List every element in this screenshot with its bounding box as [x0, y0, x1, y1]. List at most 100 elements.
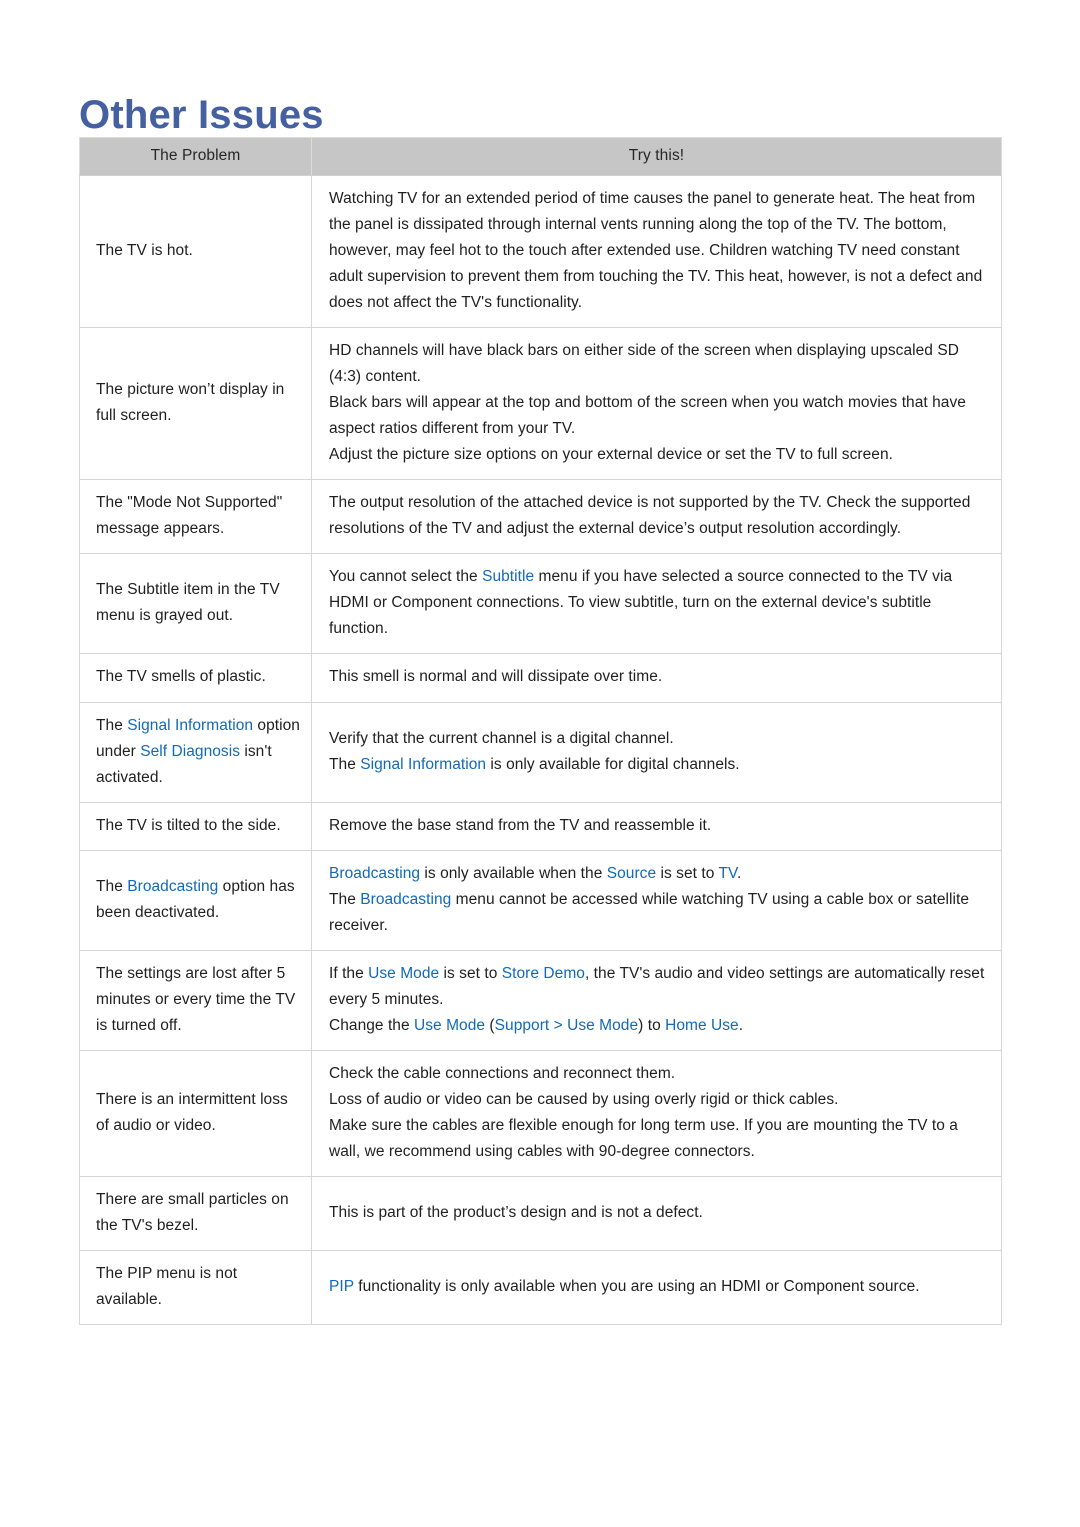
cell-try-this: Verify that the current channel is a dig…: [311, 701, 1002, 803]
text-line: The TV is tilted to the side.: [96, 816, 281, 834]
document-page: Other Issues The Problem Try this! The T…: [0, 0, 1080, 1527]
text-run: .: [738, 1016, 744, 1034]
text-line: The TV smells of plastic.: [96, 668, 266, 686]
cell-try-this: This is part of the product’s design and…: [311, 1175, 1002, 1252]
text-line: The Broadcasting menu cannot be accessed…: [329, 887, 985, 939]
text-run: Change the: [329, 1016, 415, 1034]
text-run: Verify that the current channel is a dig…: [329, 729, 674, 747]
menu-term-highlight: Signal Information: [360, 755, 487, 773]
cell-problem: The TV smells of plastic.: [79, 653, 312, 703]
text-run: ) to: [638, 1016, 666, 1034]
menu-term-highlight: PIP: [329, 1278, 354, 1296]
table-row: There is an intermittent loss of audio o…: [79, 1049, 1002, 1177]
text-line: This smell is normal and will dissipate …: [329, 668, 663, 686]
table-row: The TV is hot. Watching TV for an extende…: [79, 174, 1002, 329]
menu-term-highlight: TV: [718, 864, 737, 882]
text-run: You cannot select the: [329, 568, 483, 586]
text-line: Black bars will appear at the top and bo…: [329, 394, 966, 438]
table-row: The Subtitle item in the TV menu is gray…: [79, 553, 1002, 655]
cell-try-this: PIP functionality is only available when…: [311, 1249, 1002, 1326]
text-line: There is an intermittent loss of audio o…: [96, 1090, 288, 1134]
text-run: The: [329, 755, 361, 773]
column-header-problem: The Problem: [79, 137, 312, 176]
cell-try-this: Remove the base stand from the TV and re…: [311, 801, 1002, 851]
menu-term-highlight: Subtitle: [482, 568, 535, 586]
cell-try-this: Broadcasting is only available when the …: [311, 849, 1002, 951]
text-line: Remove the base stand from the TV and re…: [329, 816, 712, 834]
table-row: The settings are lost after 5 minutes or…: [79, 949, 1002, 1051]
cell-problem: The TV is tilted to the side.: [79, 801, 312, 851]
menu-term-highlight: Store Demo: [501, 964, 585, 982]
table-row: There are small particles on the TV's be…: [79, 1175, 1002, 1252]
cell-problem: The TV is hot.: [79, 174, 312, 329]
table-body: The TV is hot. Watching TV for an extende…: [79, 174, 1002, 1326]
menu-term-highlight: Use Mode: [567, 1016, 639, 1034]
menu-term-highlight: Broadcasting: [329, 864, 421, 882]
text-run: The: [96, 877, 128, 895]
text-line: The TV is hot.: [96, 242, 193, 260]
cell-try-this: This smell is normal and will dissipate …: [311, 653, 1002, 703]
menu-term-highlight: >: [549, 1016, 568, 1034]
text-line: The "Mode Not Supported" message appears…: [96, 494, 283, 538]
menu-term-highlight: Use Mode: [414, 1016, 486, 1034]
table-header-row: The Problem Try this!: [79, 137, 1002, 176]
text-run: is only available for digital channels.: [486, 755, 740, 773]
cell-try-this: You cannot select the Subtitle menu if y…: [311, 553, 1002, 655]
text-line: The Signal Information is only available…: [329, 752, 985, 778]
text-line: Make sure the cables are flexible enough…: [329, 1116, 958, 1160]
text-run: The: [329, 890, 361, 908]
text-line: Watching TV for an extended period of ti…: [329, 190, 983, 312]
table-row: The picture won’t display in full screen…: [79, 327, 1002, 481]
cell-problem: The PIP menu is not available.: [79, 1249, 312, 1326]
menu-term-highlight: Support: [494, 1016, 550, 1034]
cell-try-this: The output resolution of the attached de…: [311, 479, 1002, 555]
text-line: The Broadcasting option has been deactiv…: [96, 874, 301, 926]
menu-term-highlight: Signal Information: [127, 716, 254, 734]
text-line: If the Use Mode is set to Store Demo, th…: [329, 961, 985, 1013]
text-line: Change the Use Mode (Support > Use Mode)…: [329, 1013, 985, 1039]
text-run: functionality is only available when you…: [353, 1278, 920, 1296]
text-run: is only available when the: [420, 864, 607, 882]
cell-problem: There are small particles on the TV's be…: [79, 1175, 312, 1252]
text-line: The settings are lost after 5 minutes or…: [96, 964, 296, 1034]
text-run: (: [485, 1016, 495, 1034]
cell-try-this: Watching TV for an extended period of ti…: [311, 174, 1002, 329]
cell-problem: The Subtitle item in the TV menu is gray…: [79, 553, 312, 655]
cell-problem: There is an intermittent loss of audio o…: [79, 1049, 312, 1177]
table-row: The Signal Information option under Self…: [79, 701, 1002, 803]
cell-problem: The "Mode Not Supported" message appears…: [79, 479, 312, 555]
cell-try-this: If the Use Mode is set to Store Demo, th…: [311, 949, 1002, 1051]
table-row: The TV smells of plastic. This smell is n…: [79, 653, 1002, 703]
text-line: PIP functionality is only available when…: [329, 1274, 985, 1300]
cell-try-this: Check the cable connections and reconnec…: [311, 1049, 1002, 1177]
column-header-try-this: Try this!: [311, 137, 1002, 176]
text-line: Loss of audio or video can be caused by …: [329, 1090, 839, 1108]
text-line: Broadcasting is only available when the …: [329, 861, 985, 887]
text-line: This is part of the product’s design and…: [329, 1203, 703, 1221]
text-line: The Signal Information option under Self…: [96, 713, 301, 791]
text-run: is set to: [656, 864, 719, 882]
cell-problem: The Broadcasting option has been deactiv…: [79, 849, 312, 951]
table-row: The "Mode Not Supported" message appears…: [79, 479, 1002, 555]
table-row: The Broadcasting option has been deactiv…: [79, 849, 1002, 951]
text-line: You cannot select the Subtitle menu if y…: [329, 564, 985, 642]
text-line: The output resolution of the attached de…: [329, 494, 971, 538]
text-line: Adjust the picture size options on your …: [329, 446, 893, 464]
menu-term-highlight: Broadcasting: [360, 890, 452, 908]
table-header: The Problem Try this!: [79, 137, 1002, 176]
other-issues-table: The Problem Try this! The TV is hot. Watc…: [79, 137, 1002, 1326]
cell-problem: The picture won’t display in full screen…: [79, 327, 312, 481]
cell-try-this: HD channels will have black bars on eith…: [311, 327, 1002, 481]
text-run: is set to: [439, 964, 502, 982]
menu-term-highlight: Home Use: [665, 1016, 739, 1034]
text-line: Verify that the current channel is a dig…: [329, 726, 985, 752]
cell-problem: The Signal Information option under Self…: [79, 701, 312, 803]
text-line: Check the cable connections and reconnec…: [329, 1064, 676, 1082]
text-run: If the: [329, 964, 369, 982]
page-title: Other Issues: [79, 92, 324, 137]
table-row: The PIP menu is not available. PIP functi…: [79, 1249, 1002, 1326]
text-run: The: [96, 716, 128, 734]
menu-term-highlight: Broadcasting: [127, 877, 219, 895]
cell-problem: The settings are lost after 5 minutes or…: [79, 949, 312, 1051]
table-row: The TV is tilted to the side. Remove the …: [79, 801, 1002, 851]
